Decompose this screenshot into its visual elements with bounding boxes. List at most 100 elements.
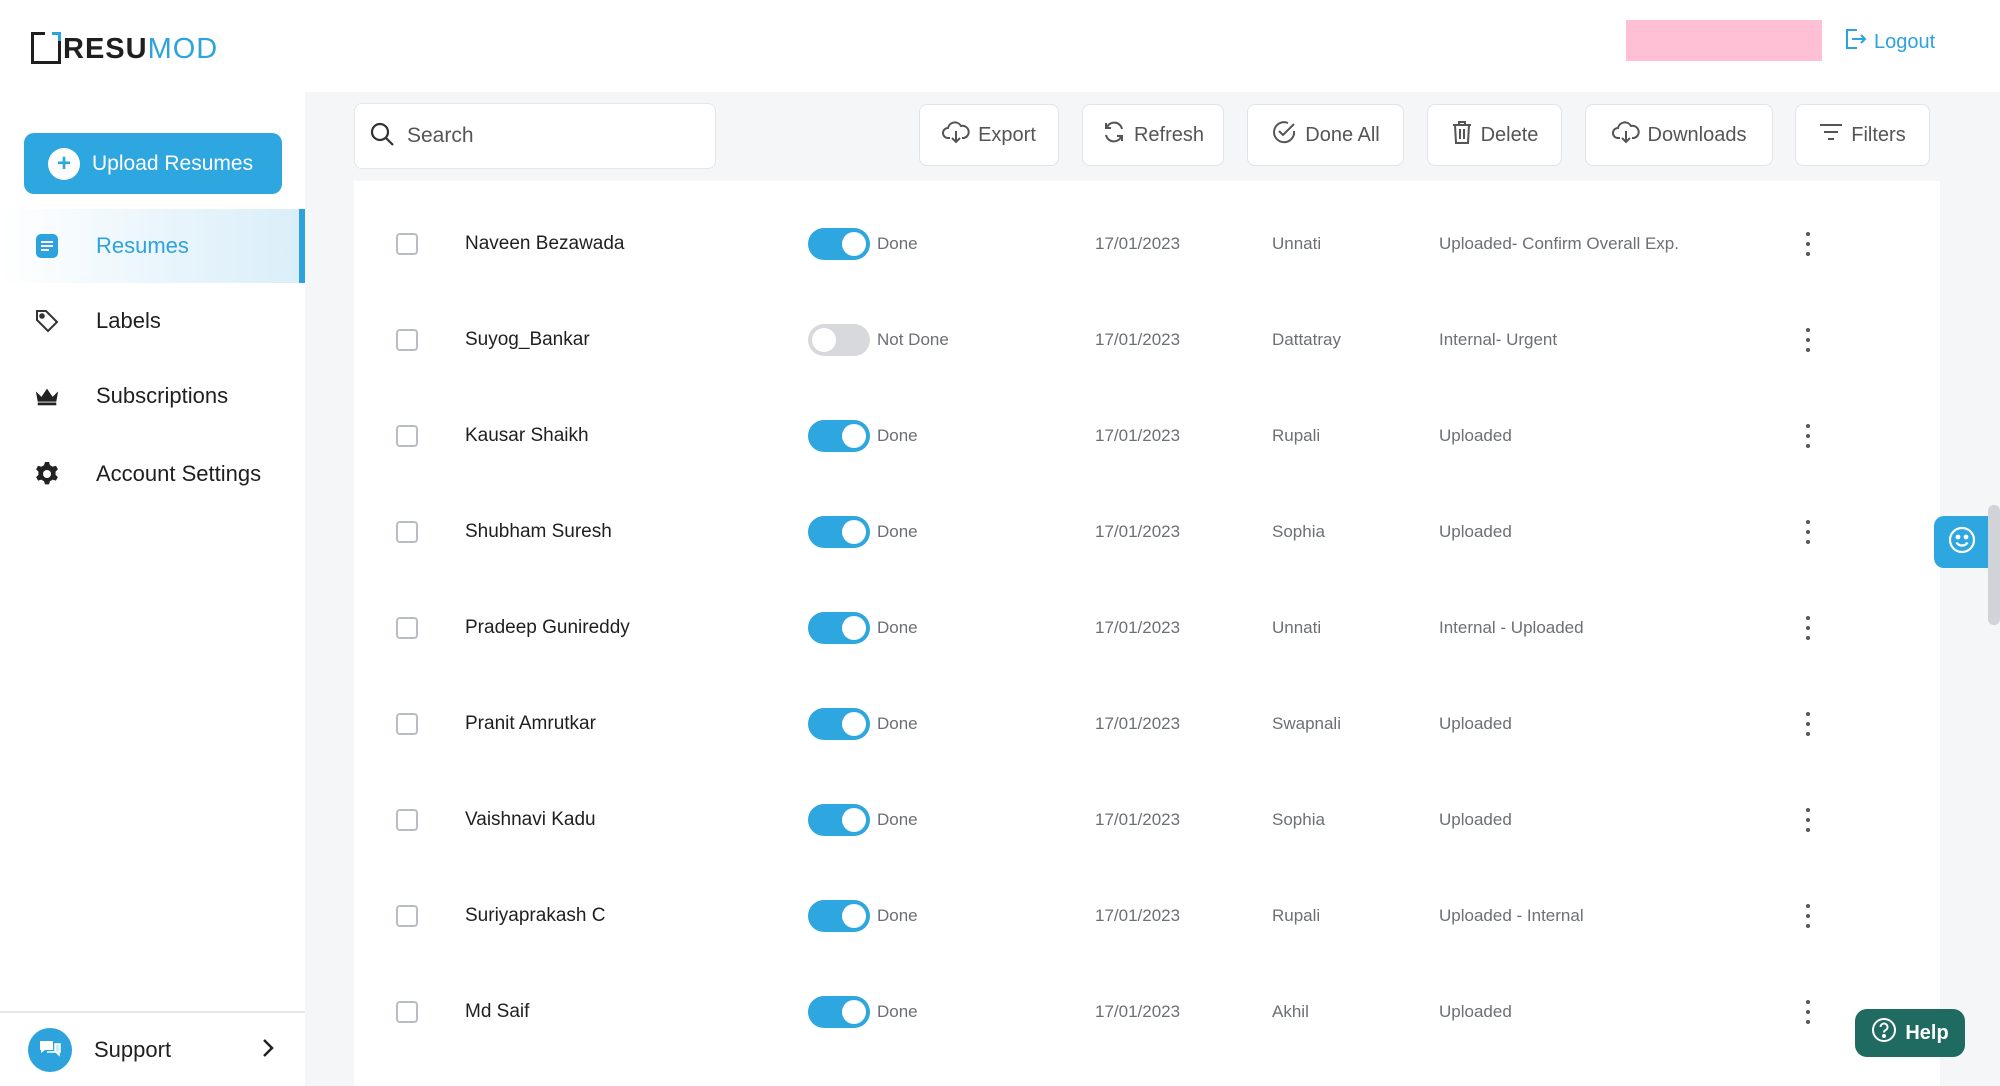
sidebar-item-label: Account Settings	[96, 461, 262, 486]
table-row[interactable]: Shubham Suresh Done 17/01/2023 Sophia Up…	[354, 469, 1940, 565]
uploaded-by: Sophia	[1272, 522, 1325, 541]
refresh-icon	[1102, 120, 1126, 150]
status-text: Done	[877, 1002, 918, 1021]
more-options-icon[interactable]	[1798, 424, 1818, 448]
delete-button[interactable]: Delete	[1427, 104, 1562, 166]
upload-date: 17/01/2023	[1095, 330, 1181, 349]
crown-icon	[34, 383, 60, 409]
more-options-icon[interactable]	[1798, 904, 1818, 928]
more-options-icon[interactable]	[1798, 616, 1818, 640]
row-checkbox[interactable]	[396, 905, 418, 927]
logo-text-part2: MOD	[147, 33, 219, 65]
toggle-knob	[842, 232, 866, 256]
refresh-button[interactable]: Refresh	[1082, 104, 1224, 166]
status-text: Done	[877, 714, 918, 733]
sidebar-item-subscriptions[interactable]: Subscriptions	[0, 359, 305, 433]
search-box	[354, 103, 716, 169]
row-checkbox[interactable]	[396, 425, 418, 447]
row-checkbox[interactable]	[396, 809, 418, 831]
done-toggle[interactable]	[808, 900, 870, 932]
candidate-name[interactable]: Kausar Shaikh	[465, 425, 589, 447]
done-toggle[interactable]	[808, 996, 870, 1028]
done-toggle[interactable]	[808, 612, 870, 644]
upload-date: 17/01/2023	[1095, 618, 1181, 637]
more-options-icon[interactable]	[1798, 232, 1818, 256]
sidebar: + Upload Resumes Resumes Labels Subscrip…	[0, 92, 305, 1086]
resume-label: Uploaded	[1439, 1002, 1512, 1021]
sidebar-item-label: Resumes	[96, 233, 189, 258]
candidate-name[interactable]: Vaishnavi Kadu	[465, 809, 596, 831]
sidebar-item-label: Labels	[96, 308, 161, 333]
more-options-icon[interactable]	[1798, 712, 1818, 736]
more-options-icon[interactable]	[1798, 808, 1818, 832]
logo-text: RESUMOD	[63, 34, 218, 64]
help-button[interactable]: Help	[1855, 1009, 1965, 1057]
sidebar-item-account-settings[interactable]: Account Settings	[0, 437, 305, 511]
row-checkbox[interactable]	[396, 713, 418, 735]
done-toggle[interactable]	[808, 228, 870, 260]
resume-label: Uploaded	[1439, 810, 1512, 829]
status-text: Not Done	[877, 330, 949, 349]
table-row[interactable]: Kausar Shaikh Done 17/01/2023 Rupali Upl…	[354, 373, 1940, 469]
resume-label: Uploaded- Confirm Overall Exp.	[1439, 234, 1679, 253]
row-checkbox[interactable]	[396, 1001, 418, 1023]
upload-resumes-button[interactable]: + Upload Resumes	[24, 133, 282, 194]
help-question-icon	[1871, 1017, 1897, 1049]
resume-label: Internal- Urgent	[1439, 330, 1558, 349]
done-toggle[interactable]	[808, 708, 870, 740]
upload-resumes-label: Upload Resumes	[92, 151, 254, 175]
uploaded-by: Sophia	[1272, 810, 1325, 829]
row-checkbox[interactable]	[396, 617, 418, 639]
done-toggle[interactable]	[808, 324, 870, 356]
table-row[interactable]: Suyog_Bankar Not Done 17/01/2023 Dattatr…	[354, 277, 1940, 373]
sidebar-item-labels[interactable]: Labels	[0, 284, 305, 358]
uploaded-by: Rupali	[1272, 906, 1321, 925]
downloads-button[interactable]: Downloads	[1585, 104, 1773, 166]
table-row[interactable]: Naveen Bezawada Done 17/01/2023 Unnati U…	[354, 181, 1940, 277]
done-toggle[interactable]	[808, 516, 870, 548]
filters-button[interactable]: Filters	[1795, 104, 1930, 166]
status-text: Done	[877, 234, 918, 253]
table-row[interactable]: Pranit Amrutkar Done 17/01/2023 Swapnali…	[354, 661, 1940, 757]
support-label: Support	[94, 1036, 172, 1062]
uploaded-by: Swapnali	[1272, 714, 1341, 733]
feedback-smile-button[interactable]	[1934, 516, 1990, 568]
support-link[interactable]: Support	[0, 1011, 305, 1086]
uploaded-by: Akhil	[1272, 1002, 1309, 1021]
filter-lines-icon	[1819, 122, 1843, 148]
candidate-name[interactable]: Suriyaprakash C	[465, 905, 605, 927]
candidate-name[interactable]: Md Saif	[465, 1001, 529, 1023]
status-text: Done	[877, 810, 918, 829]
page-scrollbar[interactable]	[1988, 505, 2000, 625]
sidebar-item-label: Subscriptions	[96, 383, 229, 408]
candidate-name[interactable]: Suyog_Bankar	[465, 329, 590, 351]
more-options-icon[interactable]	[1798, 328, 1818, 352]
app-logo[interactable]: RESUMOD	[31, 24, 218, 64]
done-toggle[interactable]	[808, 804, 870, 836]
candidate-name[interactable]: Pradeep Gunireddy	[465, 617, 630, 639]
search-input[interactable]	[407, 124, 687, 148]
row-checkbox[interactable]	[396, 521, 418, 543]
uploaded-by: Unnati	[1272, 618, 1322, 637]
candidate-name[interactable]: Shubham Suresh	[465, 521, 612, 543]
table-row[interactable]: Md Saif Done 17/01/2023 Akhil Uploaded	[354, 949, 1940, 1045]
candidate-name[interactable]: Naveen Bezawada	[465, 233, 625, 255]
logout-button[interactable]: Logout	[1842, 26, 1935, 58]
row-checkbox[interactable]	[396, 233, 418, 255]
cloud-download-icon	[1611, 120, 1640, 150]
upload-date: 17/01/2023	[1095, 234, 1181, 253]
uploaded-by: Rupali	[1272, 426, 1321, 445]
table-row[interactable]: Vaishnavi Kadu Done 17/01/2023 Sophia Up…	[354, 757, 1940, 853]
table-row[interactable]: Pradeep Gunireddy Done 17/01/2023 Unnati…	[354, 565, 1940, 661]
toggle-knob	[812, 328, 836, 352]
row-checkbox[interactable]	[396, 329, 418, 351]
export-button[interactable]: Export	[919, 104, 1059, 166]
done-all-button[interactable]: Done All	[1247, 104, 1404, 166]
sidebar-item-resumes[interactable]: Resumes	[0, 209, 305, 283]
table-row[interactable]: Suriyaprakash C Done 17/01/2023 Rupali U…	[354, 853, 1940, 949]
done-toggle[interactable]	[808, 420, 870, 452]
candidate-name[interactable]: Pranit Amrutkar	[465, 713, 596, 735]
more-options-icon[interactable]	[1798, 520, 1818, 544]
more-options-icon[interactable]	[1798, 1000, 1818, 1024]
delete-label: Delete	[1480, 123, 1539, 146]
